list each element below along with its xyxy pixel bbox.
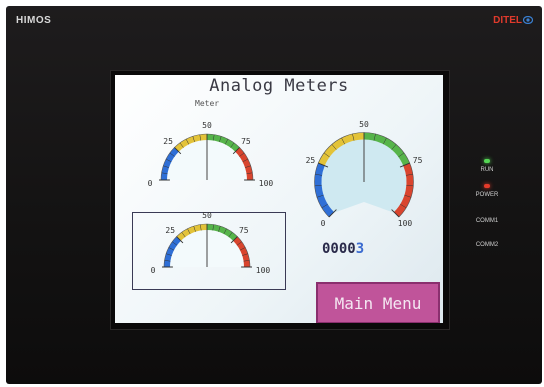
gauge-tick-label: 0 bbox=[151, 266, 156, 275]
gauge-tick-label: 25 bbox=[163, 137, 173, 146]
gauge-tick-label: 50 bbox=[359, 120, 369, 129]
run-led-icon bbox=[484, 159, 490, 163]
power-led-label: POWER bbox=[475, 192, 499, 198]
gauge-tick-label: 50 bbox=[202, 121, 212, 130]
gauge-tick-label: 100 bbox=[256, 266, 271, 275]
brand-logo-ditel: DITEL bbox=[493, 15, 522, 26]
power-led-icon bbox=[484, 184, 490, 188]
brand-logo-himos: HIMOS bbox=[16, 15, 52, 26]
main-menu-button[interactable]: Main Menu bbox=[316, 282, 440, 323]
gauge-tick-label: 75 bbox=[241, 137, 251, 146]
hmi-screen: Analog Meters Meter 0 25 50 75 100 0 25 50 75 10… bbox=[115, 75, 443, 323]
gauge-tick-label: 75 bbox=[239, 226, 249, 235]
gauge-tick-label: 100 bbox=[398, 219, 413, 228]
ditel-logo-icon bbox=[523, 16, 533, 24]
gauge-meter-2: 0 25 50 75 100 bbox=[306, 120, 423, 228]
counter-display: 00003 bbox=[322, 241, 364, 257]
comm1-led-label: COMM1 bbox=[475, 218, 499, 224]
comm2-led-label: COMM2 bbox=[475, 242, 499, 248]
gauge-meter-3: 0 25 50 75 100 bbox=[151, 211, 271, 275]
gauge-tick-label: 100 bbox=[259, 179, 274, 188]
gauge-tick-label: 75 bbox=[413, 156, 423, 165]
gauge-tick-label: 0 bbox=[321, 219, 326, 228]
counter-last-digit: 3 bbox=[355, 241, 365, 257]
gauge-tick-label: 50 bbox=[202, 211, 212, 220]
run-led-label: RUN bbox=[480, 167, 494, 173]
gauge-tick-label: 25 bbox=[306, 156, 316, 165]
gauge-meter-1: 0 25 50 75 100 bbox=[148, 121, 274, 188]
counter-digits: 0000 bbox=[322, 241, 356, 257]
gauge-tick-label: 25 bbox=[165, 226, 175, 235]
gauge-tick-label: 0 bbox=[148, 179, 153, 188]
